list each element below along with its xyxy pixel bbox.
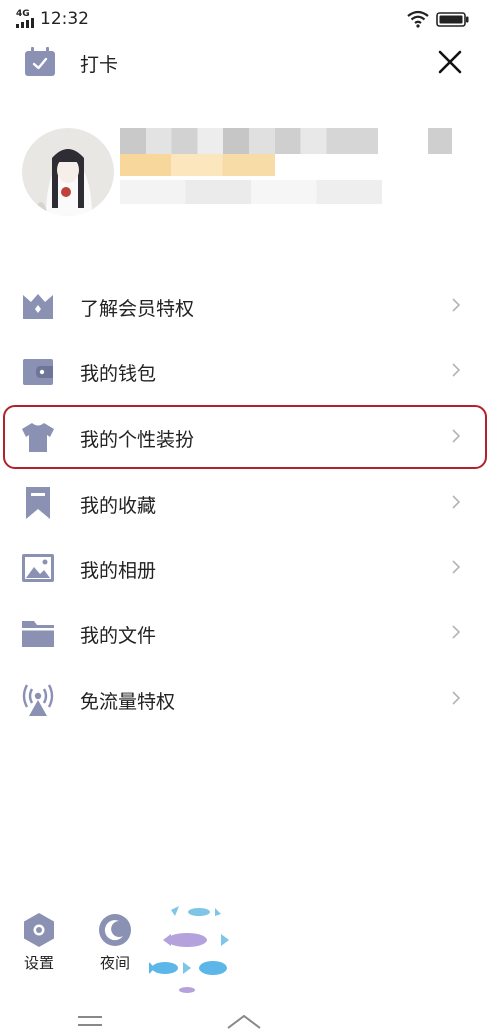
calendar-check-icon[interactable] <box>24 47 56 77</box>
battery-icon <box>436 12 469 27</box>
night-mode-label: 夜间 <box>99 954 130 972</box>
username-placeholder <box>120 128 378 154</box>
settings-button[interactable]: 设置 <box>14 912 64 982</box>
close-icon[interactable] <box>430 42 470 82</box>
menu-item-label: 免流量特权 <box>80 691 176 713</box>
folder-icon <box>22 621 54 647</box>
weather-fish-animation[interactable] <box>147 902 243 998</box>
menu-item-label: 我的个性装扮 <box>80 429 195 451</box>
menu-item-label: 我的收藏 <box>80 495 157 517</box>
nav-menu-icon[interactable] <box>76 1012 104 1030</box>
punch-in-label[interactable]: 打卡 <box>80 50 118 77</box>
menu-item-label: 我的文件 <box>80 625 157 647</box>
status-bar: 4G 12:32 <box>0 0 492 40</box>
menu-item-wallet[interactable]: 我的钱包 <box>0 339 492 403</box>
wallet-icon <box>23 359 53 385</box>
nav-home-icon[interactable] <box>224 1012 264 1030</box>
username-placeholder-tail <box>428 128 452 154</box>
menu-item-label: 我的钱包 <box>80 363 157 385</box>
level-badge-placeholder <box>120 154 275 176</box>
chevron-right-icon <box>452 691 461 705</box>
night-mode-button[interactable]: 夜间 <box>90 912 140 982</box>
vip-crown-icon <box>23 294 53 319</box>
moon-icon <box>99 914 131 946</box>
photo-album-icon <box>22 554 54 582</box>
chevron-right-icon <box>452 495 461 509</box>
signal-tower-icon <box>22 684 54 716</box>
menu-item-album[interactable]: 我的相册 <box>0 536 492 600</box>
avatar[interactable] <box>22 128 114 216</box>
signal-strength-icon <box>16 18 34 28</box>
signature-placeholder <box>120 180 382 204</box>
menu-item-label: 我的相册 <box>80 560 157 582</box>
menu-item-free-data[interactable]: 免流量特权 <box>0 667 492 731</box>
wifi-icon <box>407 10 429 28</box>
chevron-right-icon <box>452 429 461 443</box>
menu-item-personal-decoration[interactable]: 我的个性装扮 <box>0 405 492 469</box>
chevron-right-icon <box>452 560 461 574</box>
bookmark-icon <box>26 487 50 519</box>
menu-item-vip-privileges[interactable]: 了解会员特权 <box>0 274 492 338</box>
chevron-right-icon <box>452 625 461 639</box>
chevron-right-icon <box>452 298 461 312</box>
settings-label: 设置 <box>23 954 54 972</box>
chevron-right-icon <box>452 363 461 377</box>
settings-icon <box>24 913 54 947</box>
clock: 12:32 <box>40 9 89 29</box>
menu-item-favorites[interactable]: 我的收藏 <box>0 471 492 535</box>
menu-item-files[interactable]: 我的文件 <box>0 601 492 665</box>
tshirt-icon <box>22 423 54 452</box>
menu-item-label: 了解会员特权 <box>80 298 195 320</box>
